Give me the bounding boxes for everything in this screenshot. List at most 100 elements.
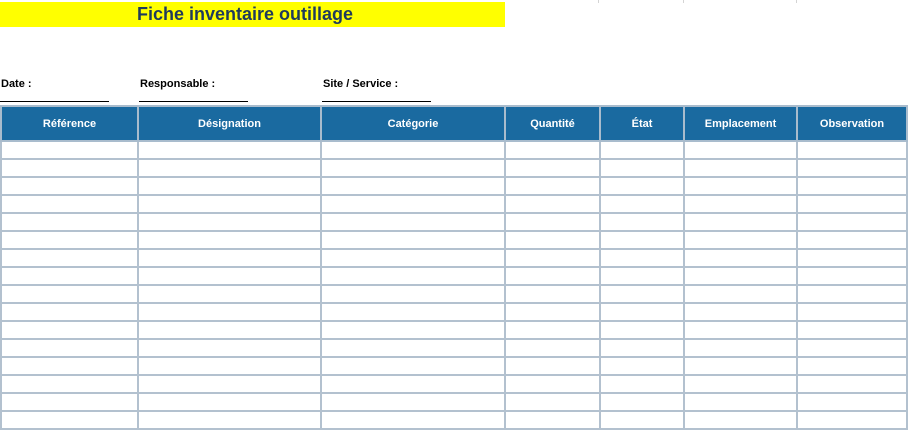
table-cell[interactable]	[0, 357, 139, 376]
table-cell[interactable]	[504, 195, 601, 214]
table-cell[interactable]	[320, 411, 506, 430]
table-cell[interactable]	[0, 339, 139, 358]
table-cell[interactable]	[320, 141, 506, 160]
table-cell[interactable]	[796, 375, 908, 394]
table-cell[interactable]	[504, 375, 601, 394]
table-cell[interactable]	[137, 231, 322, 250]
table-cell[interactable]	[0, 321, 139, 340]
table-cell[interactable]	[137, 411, 322, 430]
table-cell[interactable]	[137, 177, 322, 196]
date-input-line[interactable]	[0, 101, 109, 102]
table-cell[interactable]	[796, 195, 908, 214]
table-cell[interactable]	[796, 339, 908, 358]
table-cell[interactable]	[0, 285, 139, 304]
table-cell[interactable]	[599, 159, 685, 178]
table-cell[interactable]	[599, 339, 685, 358]
table-cell[interactable]	[0, 177, 139, 196]
table-cell[interactable]	[796, 159, 908, 178]
table-cell[interactable]	[504, 303, 601, 322]
table-cell[interactable]	[683, 339, 798, 358]
table-cell[interactable]	[683, 213, 798, 232]
table-cell[interactable]	[683, 231, 798, 250]
table-cell[interactable]	[320, 231, 506, 250]
table-cell[interactable]	[504, 411, 601, 430]
table-cell[interactable]	[320, 375, 506, 394]
table-cell[interactable]	[599, 249, 685, 268]
table-cell[interactable]	[599, 285, 685, 304]
table-cell[interactable]	[504, 231, 601, 250]
table-cell[interactable]	[320, 321, 506, 340]
table-cell[interactable]	[504, 141, 601, 160]
table-cell[interactable]	[683, 195, 798, 214]
table-cell[interactable]	[320, 393, 506, 412]
table-cell[interactable]	[320, 339, 506, 358]
table-cell[interactable]	[796, 411, 908, 430]
table-cell[interactable]	[320, 303, 506, 322]
table-cell[interactable]	[320, 213, 506, 232]
table-cell[interactable]	[796, 303, 908, 322]
table-cell[interactable]	[683, 303, 798, 322]
table-cell[interactable]	[599, 141, 685, 160]
table-cell[interactable]	[796, 141, 908, 160]
table-cell[interactable]	[0, 213, 139, 232]
table-cell[interactable]	[504, 159, 601, 178]
table-cell[interactable]	[683, 177, 798, 196]
table-cell[interactable]	[599, 303, 685, 322]
table-cell[interactable]	[0, 411, 139, 430]
table-cell[interactable]	[796, 321, 908, 340]
responsable-input-line[interactable]	[139, 101, 248, 102]
table-cell[interactable]	[599, 177, 685, 196]
table-cell[interactable]	[137, 141, 322, 160]
site-service-input-line[interactable]	[322, 101, 431, 102]
table-cell[interactable]	[683, 393, 798, 412]
table-cell[interactable]	[504, 393, 601, 412]
table-cell[interactable]	[320, 285, 506, 304]
table-cell[interactable]	[504, 177, 601, 196]
table-cell[interactable]	[0, 141, 139, 160]
table-cell[interactable]	[137, 249, 322, 268]
table-cell[interactable]	[796, 285, 908, 304]
table-cell[interactable]	[683, 321, 798, 340]
table-cell[interactable]	[137, 159, 322, 178]
table-cell[interactable]	[0, 249, 139, 268]
table-cell[interactable]	[137, 393, 322, 412]
table-cell[interactable]	[0, 393, 139, 412]
table-cell[interactable]	[599, 267, 685, 286]
table-cell[interactable]	[599, 411, 685, 430]
table-cell[interactable]	[599, 213, 685, 232]
table-cell[interactable]	[683, 285, 798, 304]
table-cell[interactable]	[137, 303, 322, 322]
table-cell[interactable]	[796, 177, 908, 196]
table-cell[interactable]	[137, 321, 322, 340]
table-cell[interactable]	[504, 339, 601, 358]
table-cell[interactable]	[796, 267, 908, 286]
table-cell[interactable]	[683, 267, 798, 286]
table-cell[interactable]	[504, 321, 601, 340]
table-cell[interactable]	[599, 231, 685, 250]
table-cell[interactable]	[796, 357, 908, 376]
table-cell[interactable]	[599, 195, 685, 214]
table-cell[interactable]	[137, 213, 322, 232]
table-cell[interactable]	[599, 375, 685, 394]
table-cell[interactable]	[137, 195, 322, 214]
table-cell[interactable]	[599, 321, 685, 340]
table-cell[interactable]	[137, 285, 322, 304]
table-cell[interactable]	[320, 249, 506, 268]
table-cell[interactable]	[320, 159, 506, 178]
table-cell[interactable]	[796, 213, 908, 232]
table-cell[interactable]	[0, 375, 139, 394]
table-cell[interactable]	[504, 285, 601, 304]
table-cell[interactable]	[683, 249, 798, 268]
table-cell[interactable]	[504, 249, 601, 268]
table-cell[interactable]	[504, 267, 601, 286]
table-cell[interactable]	[0, 159, 139, 178]
table-cell[interactable]	[683, 357, 798, 376]
table-cell[interactable]	[683, 141, 798, 160]
table-cell[interactable]	[796, 231, 908, 250]
table-cell[interactable]	[137, 375, 322, 394]
table-cell[interactable]	[320, 177, 506, 196]
table-cell[interactable]	[137, 339, 322, 358]
table-cell[interactable]	[683, 159, 798, 178]
table-cell[interactable]	[504, 357, 601, 376]
table-cell[interactable]	[0, 195, 139, 214]
